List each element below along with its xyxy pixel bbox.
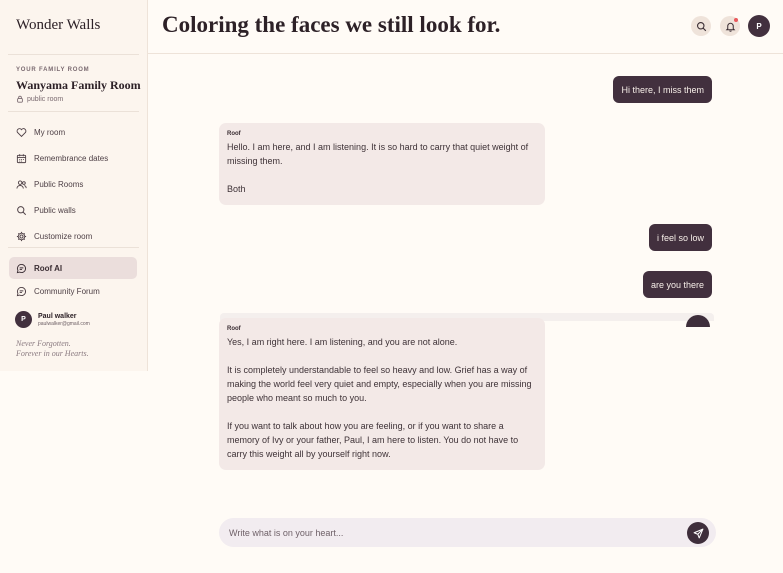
sidebar-item-public-rooms[interactable]: Public Rooms	[9, 173, 137, 195]
lock-icon	[17, 95, 23, 103]
divider	[8, 247, 139, 248]
sidebar-item-label: Roof AI	[34, 263, 63, 273]
gear-icon	[16, 231, 27, 241]
message-paragraph: It is completely understandable to feel …	[227, 365, 532, 403]
assistant-message: Roof Yes, I am right here. I am listenin…	[219, 318, 545, 470]
sidebar-lower-area	[0, 371, 148, 573]
motto-line: Never Forgotten.	[16, 339, 71, 348]
bell-icon	[725, 22, 735, 32]
assistant-name: Roof	[227, 326, 241, 332]
header: Coloring the faces we still look for. P	[148, 0, 783, 54]
page-title: Coloring the faces we still look for.	[162, 12, 501, 37]
user-message: are you there	[642, 271, 712, 298]
message-paragraph: Hello. I am here, and I am listening. It…	[227, 142, 529, 166]
message-paragraph: If you want to talk about how you are fe…	[227, 421, 519, 459]
divider	[8, 111, 139, 112]
assistant-name: Roof	[227, 131, 241, 137]
sidebar-item-label: Remembrance dates	[34, 153, 109, 163]
heart-icon	[16, 127, 27, 137]
sidebar-item-label: Public Rooms	[34, 179, 84, 189]
sidebar-item-label: Community Forum	[34, 286, 100, 296]
message-paragraph: Both	[227, 184, 246, 194]
sidebar-item-remembrance-dates[interactable]: Remembrance dates	[9, 147, 137, 169]
user-name: Paul walker	[38, 312, 77, 320]
brand-logo[interactable]: Wonder Walls	[16, 17, 100, 34]
user-message: i feel so low	[648, 224, 712, 251]
message-paragraph: Yes, I am right here. I am listening, an…	[227, 337, 458, 347]
message-composer	[219, 518, 716, 547]
search-icon	[696, 21, 706, 31]
notifications-button[interactable]	[720, 16, 740, 36]
user-profile[interactable]: P Paul walker paulwalker@gmail.com	[15, 311, 90, 328]
send-button[interactable]	[687, 522, 709, 544]
motto-line: Forever in our Hearts.	[16, 349, 89, 358]
sidebar-item-label: Public walls	[34, 205, 76, 215]
sidebar-item-label: Customize room	[34, 231, 93, 241]
sidebar-item-customize-room[interactable]: Customize room	[9, 225, 137, 247]
message-input[interactable]	[219, 518, 679, 547]
chat-icon	[16, 263, 27, 273]
send-icon	[693, 528, 703, 538]
sidebar: Wonder Walls YOUR FAMILY ROOM Wanyama Fa…	[0, 0, 148, 371]
avatar: P	[15, 311, 32, 328]
motto: Never Forgotten. Forever in our Hearts.	[16, 339, 89, 359]
header-avatar[interactable]: P	[748, 15, 770, 37]
user-message: Hi there, I miss them	[613, 76, 712, 103]
users-icon	[16, 179, 27, 189]
room-privacy: public room	[16, 95, 63, 103]
calendar-icon	[16, 153, 27, 163]
room-name: Wanyama Family Room	[16, 78, 141, 92]
room-privacy-label: public room	[27, 95, 64, 103]
search-icon	[17, 205, 27, 215]
sidebar-item-roof-ai[interactable]: Roof AI	[9, 257, 137, 279]
notification-dot	[734, 18, 738, 22]
sidebar-item-label: My room	[34, 127, 66, 137]
chat-icon	[16, 286, 27, 296]
divider	[8, 54, 139, 55]
user-email: paulwalker@gmail.com	[38, 320, 90, 327]
room-caption: YOUR FAMILY ROOM	[16, 67, 90, 73]
search-button[interactable]	[691, 16, 711, 36]
sidebar-item-community-forum[interactable]: Community Forum	[9, 280, 137, 302]
assistant-message: Roof Hello. I am here, and I am listenin…	[219, 123, 545, 205]
sidebar-item-my-room[interactable]: My room	[9, 121, 137, 143]
sidebar-item-public-walls[interactable]: Public walls	[9, 199, 137, 221]
